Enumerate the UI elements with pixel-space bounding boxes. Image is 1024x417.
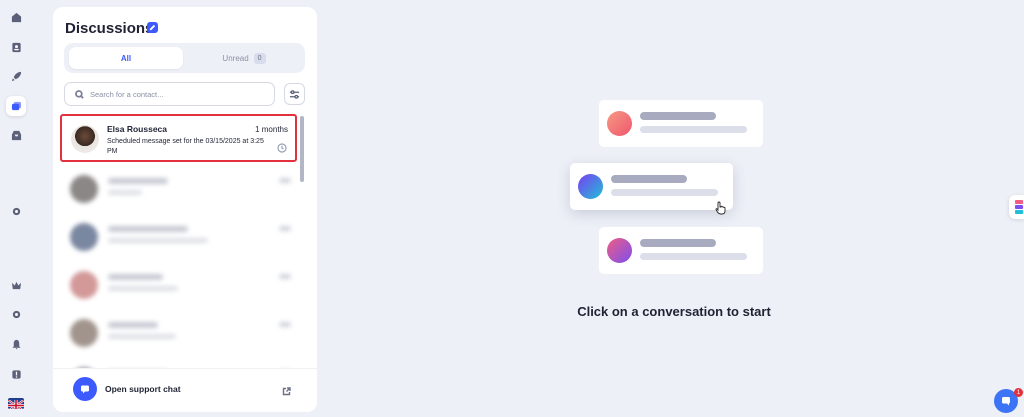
compose-icon[interactable] [147,22,158,33]
tab-unread-label: Unread [222,53,249,63]
list-item[interactable] [60,312,297,354]
support-label: Open support chat [105,384,181,394]
illustration-card-2 [570,163,733,210]
conversation-time: 1 months [255,125,288,134]
hand-cursor-icon [715,201,726,215]
clock-icon [277,140,287,153]
contact-name: Elsa Rousseca [107,124,168,134]
list-item[interactable] [60,264,297,306]
conversation-item-selected[interactable]: Elsa Rousseca 1 months Scheduled message… [60,114,297,162]
unread-count-badge: 0 [253,52,266,64]
avatar [71,125,99,153]
settings-icon[interactable] [6,304,26,324]
tab-all-label: All [120,53,132,63]
tab-unread[interactable]: Unread 0 [187,47,301,69]
rocket-icon[interactable] [6,66,26,86]
chat-icon [73,377,97,401]
contacts-icon[interactable] [6,37,26,57]
filter-button[interactable] [284,83,305,105]
list-item[interactable] [60,168,297,210]
scrollbar[interactable] [300,116,304,182]
search-icon [75,89,84,99]
crown-icon[interactable] [6,275,26,295]
conversation-filter-tabs: All Unread 0 [64,43,305,73]
list-item[interactable] [60,360,297,368]
chat-icon [1002,397,1010,406]
help-icon[interactable] [6,364,26,384]
left-navigation-rail [0,0,32,417]
illustration-card-3 [599,227,763,274]
side-panel-toggle[interactable] [1009,195,1024,219]
conversation-list: Elsa Rousseca 1 months Scheduled message… [53,110,317,368]
external-link-icon [282,383,291,396]
list-item[interactable] [60,216,297,258]
message-preview: Scheduled message set for the 03/15/2025… [107,138,264,155]
inbox-icon[interactable] [6,125,26,145]
bell-icon[interactable] [6,334,26,354]
panel-title: Discussions [65,20,154,37]
empty-state-text: Click on a conversation to start [577,304,771,319]
home-icon[interactable] [6,7,26,27]
search-box [64,82,275,106]
chat-notification-badge: 1 [1014,388,1023,397]
sliders-icon [289,89,300,99]
discussions-panel: Discussions All Unread 0 Elsa Rousseca 1… [53,7,317,412]
gear-icon[interactable] [6,201,26,221]
illustration-card-1 [599,100,763,147]
discussions-icon[interactable] [6,96,26,116]
open-support-chat-button[interactable]: Open support chat [53,368,317,412]
tab-all[interactable]: All [69,47,183,69]
search-input[interactable] [90,89,260,99]
language-flag-icon[interactable] [8,398,24,409]
